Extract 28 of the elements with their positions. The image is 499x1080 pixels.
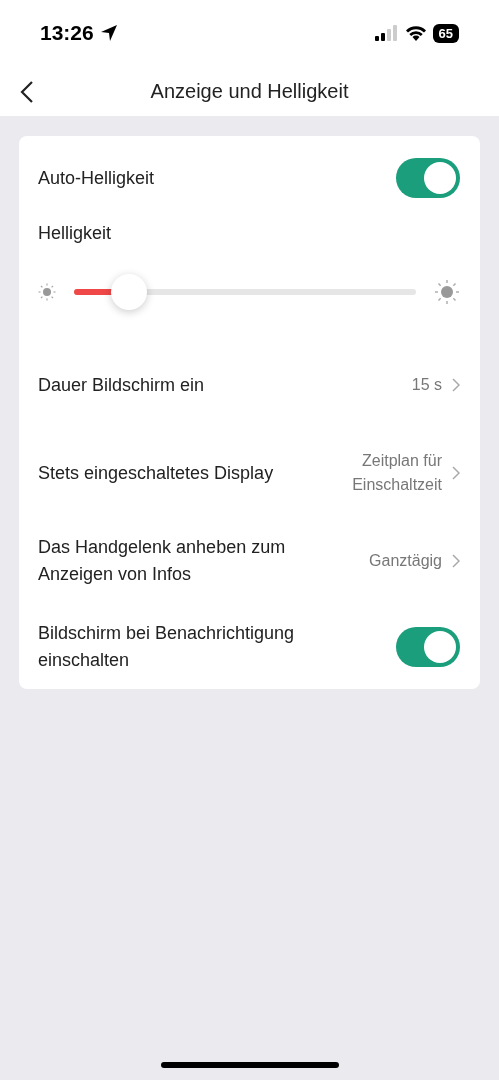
setting-label: Helligkeit [38,222,113,245]
setting-label: Auto-Helligkeit [38,166,156,190]
chevron-right-icon [452,466,460,480]
sun-large-icon [434,279,460,305]
page-title: Anzeige und Helligkeit [150,79,349,103]
toggle-switch[interactable] [396,158,460,198]
settings-row[interactable]: Stets eingeschaltetes Display Zeitplan für Einschaltzeit [38,429,460,517]
back-chevron-icon [20,80,34,104]
signal-icon [374,25,399,41]
setting-label: Das Handgelenk anheben zum Anzeigen von Infos [38,536,287,586]
setting-label: Bildschirm bei Benachrichtigung einschalten [38,622,296,672]
battery-indicator: 65 [432,23,459,43]
setting-label: Dauer Bildschirm ein [38,373,206,397]
wifi-icon [404,25,427,41]
sun-small-icon [38,283,56,301]
chevron-right-icon [452,378,460,392]
slider-thumb[interactable] [110,274,147,310]
settings-row[interactable]: Dauer Bildschirm ein 15 s [38,341,460,429]
chevron-right-icon [452,554,460,568]
setting-label: Stets eingeschaltetes Display [38,461,275,485]
brightness-slider[interactable] [74,273,416,311]
setting-value: Zeitplan für Einschaltzeit [351,451,442,495]
status-time: 13:26 [40,21,94,45]
settings-row[interactable]: Das Handgelenk anheben zum Anzeigen von Infos Ganztägig [38,517,460,605]
setting-value: Ganztägig [369,551,442,571]
location-arrow-icon [99,24,118,42]
toggle-switch[interactable] [396,627,460,667]
setting-value: 15 s [411,375,442,395]
